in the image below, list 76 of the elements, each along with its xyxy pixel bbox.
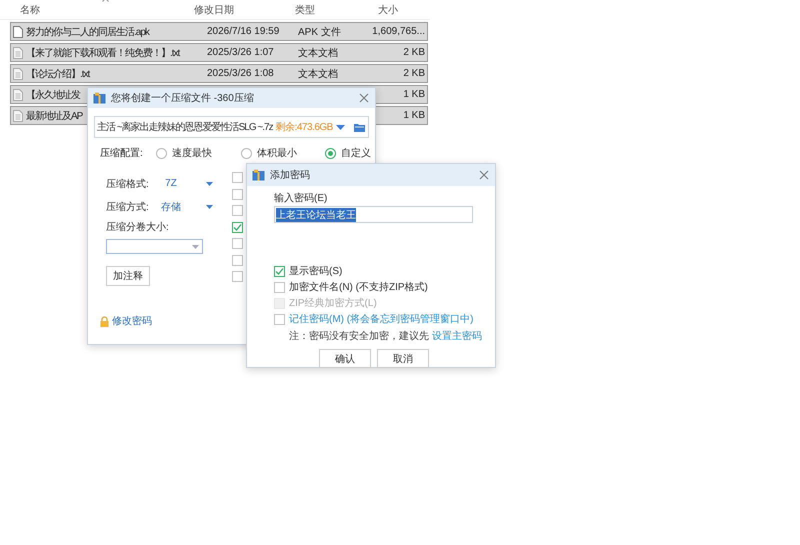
config-label: 压缩配置: [100, 146, 143, 160]
password-note: 注：密码没有安全加密，建议先 设置主密码 [288, 330, 483, 343]
option-label: 加密文件名(N) (不支持ZIP格式) [289, 280, 428, 294]
file-type: APK 文件 [297, 26, 342, 38]
file-row[interactable]: 努力的你与二人的同居生活.apk 2026/7/16 19:59 APK 文件 1,609,765... [10, 22, 428, 41]
text-file-icon [13, 46, 23, 58]
file-type: 文本文档 [297, 46, 339, 60]
format-dropdown[interactable]: 7Z [158, 178, 213, 189]
window-title: 添加密码 [270, 168, 311, 182]
checkbox[interactable] [232, 238, 243, 249]
preset-radio[interactable]: 速度最快 [156, 146, 212, 160]
checkbox[interactable] [232, 271, 243, 282]
column-header[interactable]: 修改日期 [190, 2, 291, 16]
text-file-icon [13, 88, 23, 100]
file-date: 2025/3/26 1:08 [206, 68, 275, 79]
text-file-icon [13, 110, 23, 122]
file-path: 主活 ~离家出走辣妹的恩恩爱爱性活SLG ~.7z [97, 120, 273, 134]
file-name: 【论坛介绍】.txt [26, 68, 90, 80]
file-size: 1,609,765... [371, 26, 426, 37]
column-header[interactable]: 类型 [291, 2, 374, 16]
file-date: 2026/7/16 19:59 [206, 26, 280, 37]
checkbox[interactable] [274, 282, 285, 292]
checkbox[interactable] [274, 314, 285, 324]
checkbox[interactable] [232, 172, 243, 183]
cancel-button[interactable]: 取消 [377, 349, 429, 368]
option-label: ZIP经典加密方式(L) [289, 296, 377, 310]
checkbox[interactable] [232, 222, 243, 232]
split-size-field[interactable] [106, 239, 203, 254]
close-icon[interactable] [359, 93, 369, 103]
file-name: 【来了就能下载和观看！纯免费！】.txt [26, 46, 180, 60]
free-space: 剩余:473.6GB [276, 121, 333, 134]
comment-button[interactable]: 加注释 [106, 266, 150, 286]
file-name: 努力的你与二人的同居生活.apk [26, 26, 149, 38]
archive-app-icon [93, 92, 106, 104]
window-title: 您将创建一个压缩文件 -360压缩 [111, 92, 255, 105]
split-size-label: 压缩分卷大小: [106, 220, 170, 234]
column-header[interactable]: 大小 [374, 2, 430, 16]
checkbox[interactable] [232, 188, 243, 200]
confirm-button[interactable]: 确认 [319, 349, 371, 368]
checkbox[interactable] [232, 254, 243, 266]
password-text: 上老王论坛当老王 [276, 208, 356, 222]
archive-app-icon [252, 169, 265, 181]
file-size: 1 KB [402, 110, 426, 121]
option-link[interactable]: 记住密码(M) (将会备忘到密码管理窗口中) [289, 312, 474, 326]
file-size: 1 KB [402, 89, 426, 100]
dropdown-arrow-icon [206, 204, 213, 208]
close-icon[interactable] [479, 170, 489, 180]
file-type: 文本文档 [297, 68, 339, 80]
file-date: 2025/3/26 1:07 [206, 47, 275, 58]
path-field[interactable]: 主活 ~离家出走辣妹的恩恩爱爱性活SLG ~.7z 剩余:473.6GB [94, 116, 369, 138]
dropdown-arrow-icon [192, 244, 199, 248]
file-size: 2 KB [402, 47, 426, 58]
field-label: 压缩方式: [106, 200, 150, 214]
folder-icon[interactable] [354, 122, 365, 132]
text-file-icon [13, 68, 23, 80]
file-row[interactable]: 【来了就能下载和观看！纯免费！】.txt 2025/3/26 1:07 文本文档 2 KB [10, 43, 428, 62]
file-name: 【永久地址发 [26, 88, 80, 102]
file-row[interactable]: 【论坛介绍】.txt 2025/3/26 1:08 文本文档 2 KB [10, 64, 428, 83]
preset-radio[interactable]: 体积最小 [240, 146, 297, 160]
field-label: 压缩格式: [106, 178, 150, 190]
column-header[interactable]: 名称 [0, 2, 190, 16]
file-name: 最新地址及AP [26, 110, 82, 122]
dropdown-arrow-icon[interactable] [336, 124, 345, 130]
change-password-link[interactable]: 修改密码 [112, 314, 152, 328]
lock-icon [100, 316, 109, 326]
method-dropdown[interactable]: 存储 [158, 200, 213, 214]
file-icon [13, 26, 23, 38]
preset-radio[interactable]: 自定义 [324, 146, 371, 160]
password-label: 输入密码(E) [274, 192, 328, 205]
file-size: 2 KB [402, 68, 426, 79]
checkbox[interactable] [274, 266, 285, 276]
dropdown-arrow-icon [206, 182, 213, 186]
option-label: 显示密码(S) [289, 264, 342, 278]
set-master-password-link[interactable]: 设置主密码 [432, 331, 482, 342]
password-field[interactable]: 上老王论坛当老王 [274, 206, 473, 223]
checkbox[interactable] [232, 205, 243, 216]
